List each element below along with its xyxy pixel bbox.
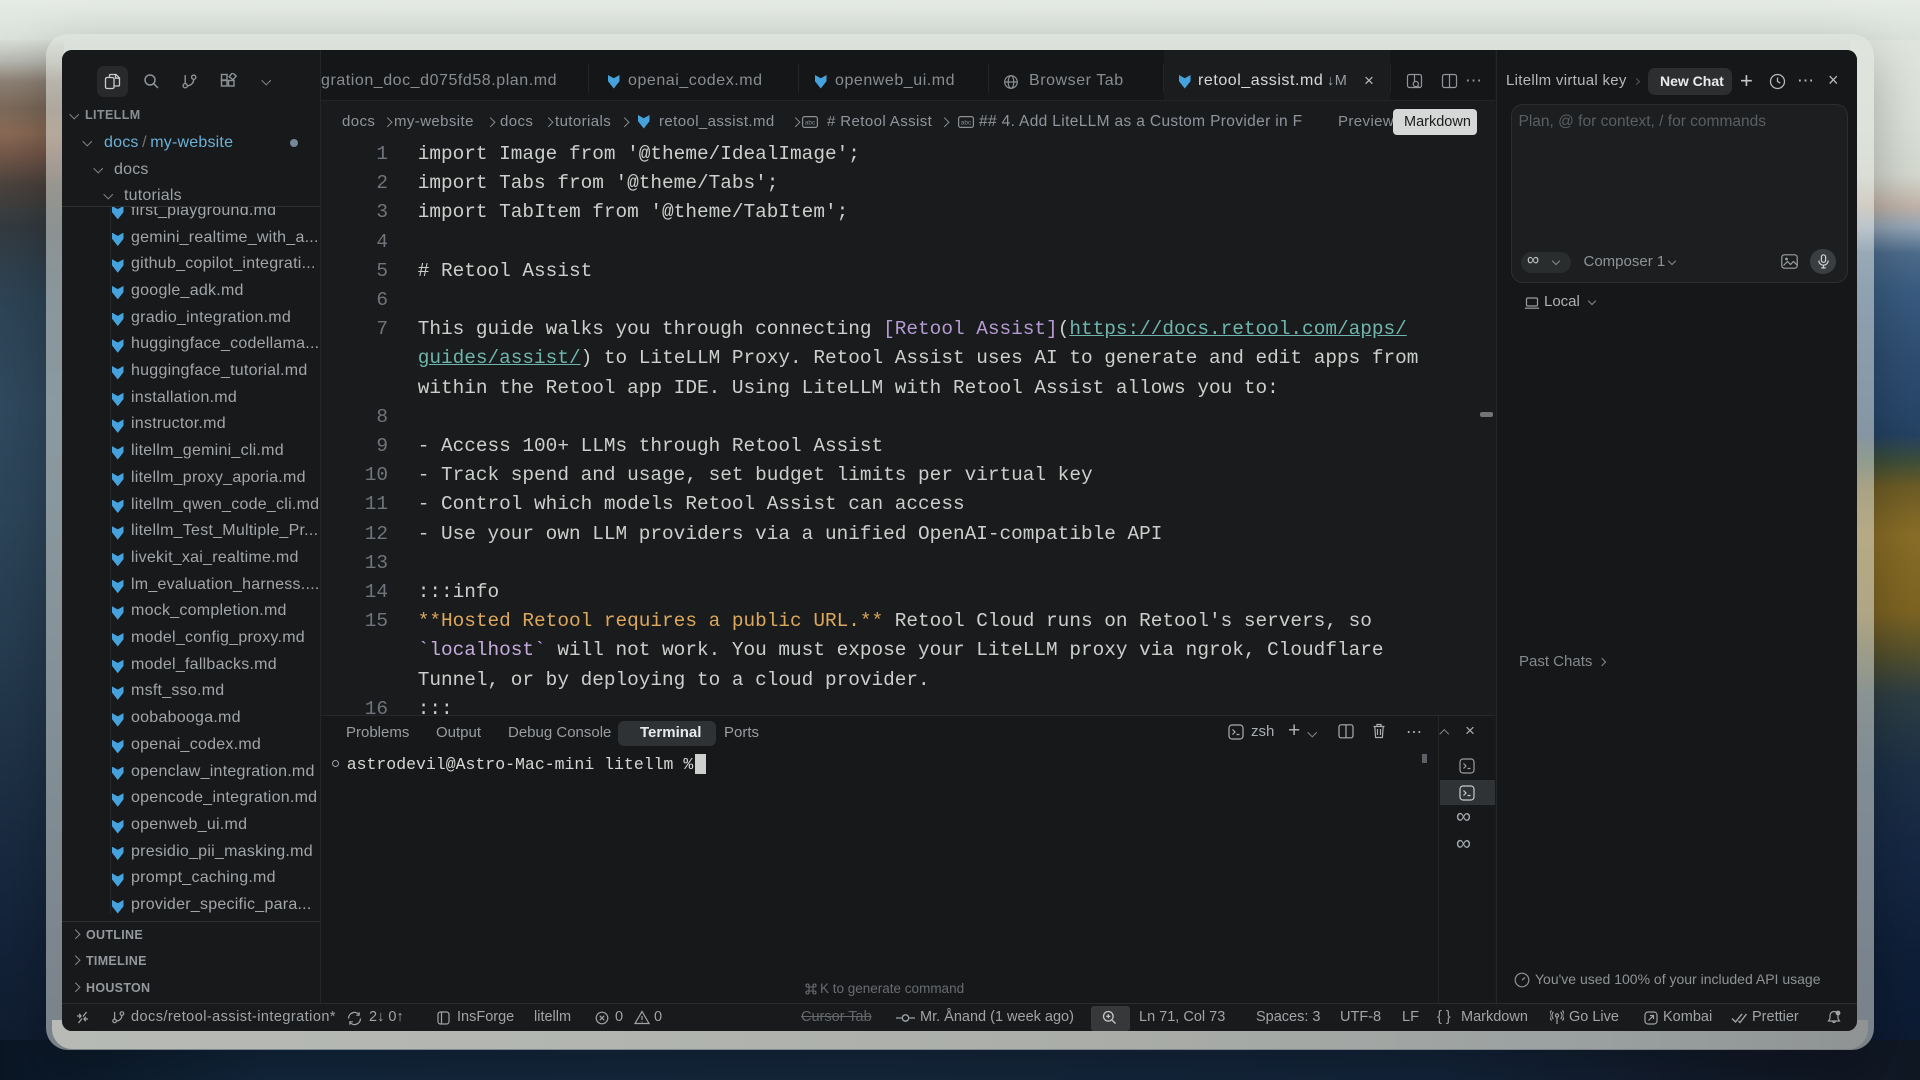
svg-text:abc: abc: [805, 120, 816, 127]
svg-text:abc: abc: [961, 120, 972, 127]
